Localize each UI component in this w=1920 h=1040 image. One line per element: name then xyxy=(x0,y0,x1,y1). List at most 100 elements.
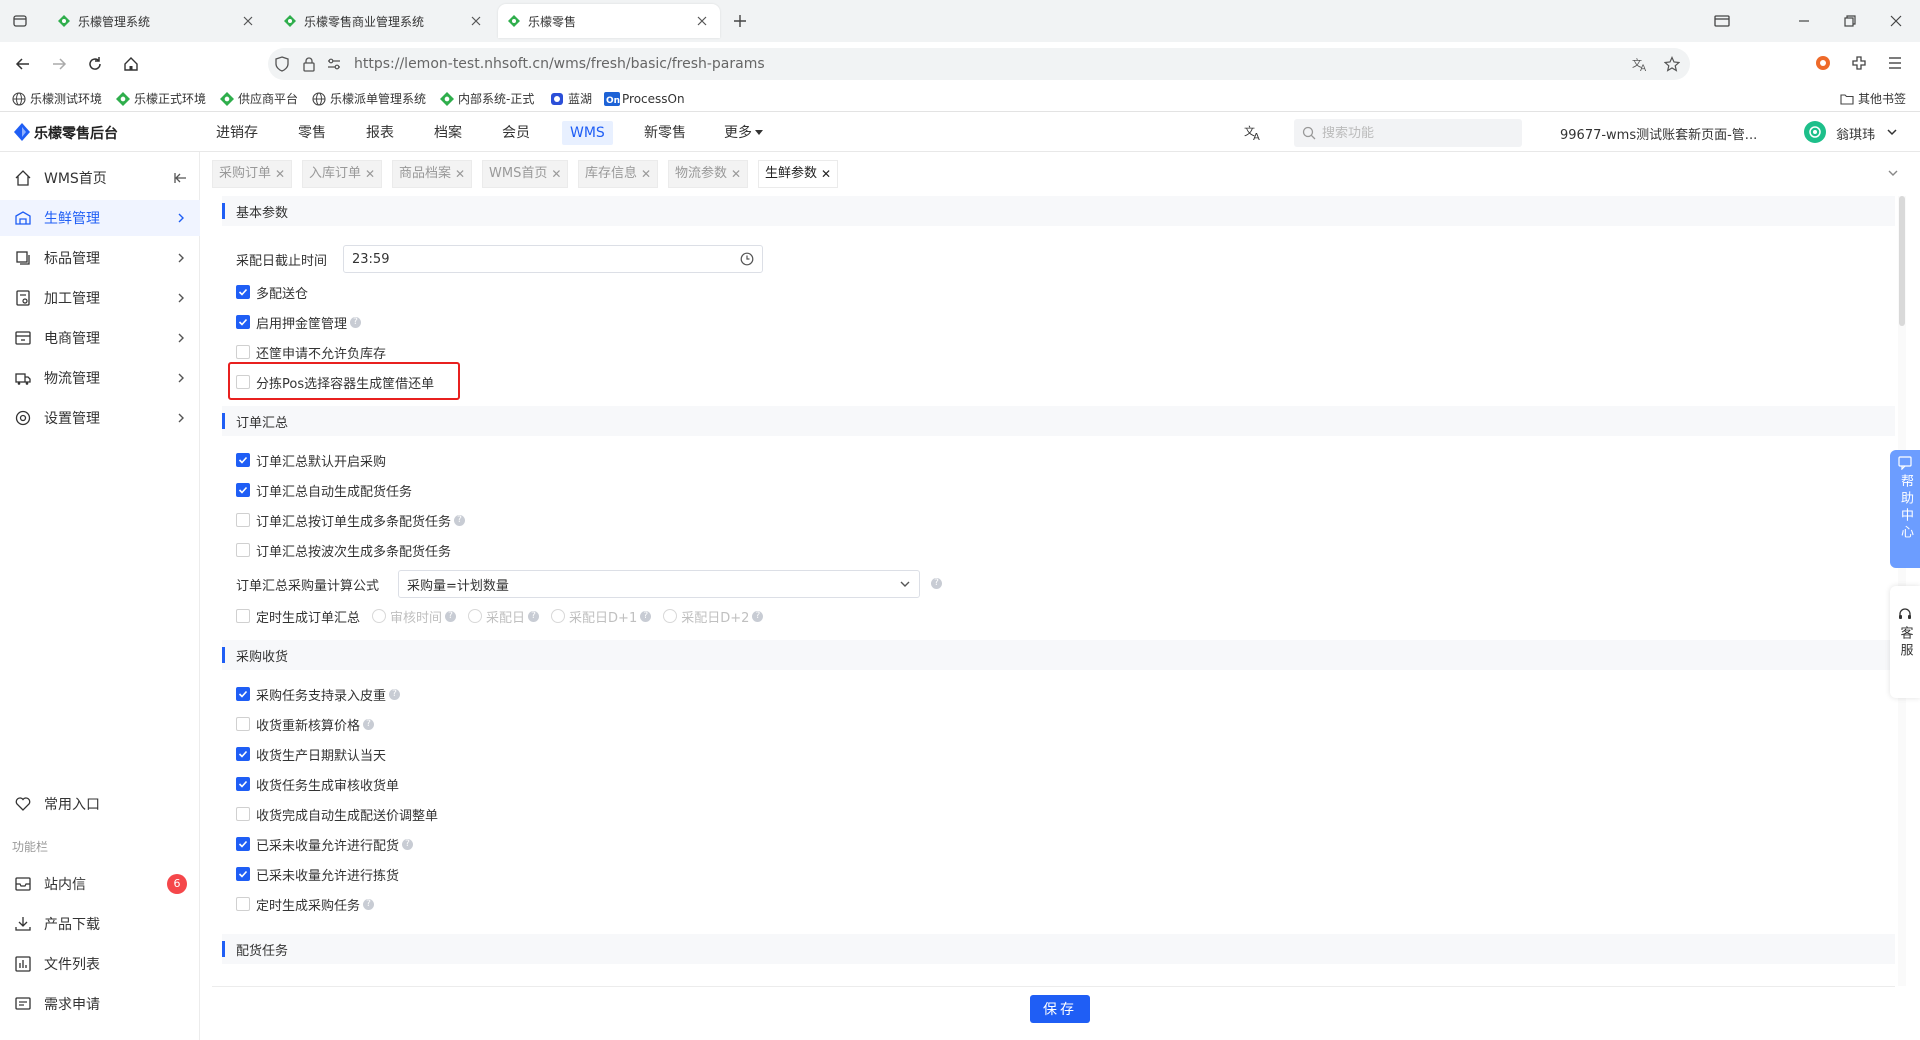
help-icon[interactable]: ? xyxy=(640,610,652,622)
option-default-production-date[interactable]: 收货生产日期默认当天 xyxy=(236,744,386,764)
collapse-sidebar-icon[interactable] xyxy=(174,171,188,185)
close-tab-icon[interactable] xyxy=(468,13,484,29)
sidebar-tool-files[interactable]: 文件列表 xyxy=(0,946,200,982)
browser-tab-2[interactable]: 乐檬零售商业管理系统 xyxy=(274,4,494,38)
page-tab-inventory[interactable]: 库存信息 ✕ xyxy=(578,160,659,188)
browser-tab-1[interactable]: 乐檬管理系统 xyxy=(48,4,266,38)
bookmark-item[interactable]: 蓝湖 xyxy=(550,89,592,108)
close-tab-icon[interactable]: ✕ xyxy=(275,160,285,188)
chevron-down-icon[interactable] xyxy=(1886,126,1898,138)
avatar[interactable] xyxy=(1804,121,1826,143)
checkbox-unchecked[interactable] xyxy=(236,807,250,821)
sidebar-favorites[interactable]: 常用入口 xyxy=(0,786,200,822)
checkbox-unchecked[interactable] xyxy=(236,543,250,557)
help-center-button[interactable]: 帮助中心 xyxy=(1890,450,1920,568)
nav-member[interactable]: 会员 xyxy=(494,121,538,145)
minimize-icon[interactable] xyxy=(1796,13,1812,29)
sidebar-item-fresh[interactable]: 生鲜管理 xyxy=(0,200,200,236)
account-name[interactable]: 99677-wms测试账套新页面-管... xyxy=(1560,124,1757,143)
help-icon[interactable]: ? xyxy=(363,718,375,730)
checkbox-unchecked[interactable] xyxy=(236,717,250,731)
nav-wms[interactable]: WMS xyxy=(562,121,613,145)
close-tab-icon[interactable]: ✕ xyxy=(455,160,465,188)
new-tab-icon[interactable] xyxy=(732,13,748,29)
option-receive-audit[interactable]: 收货任务生成审核收货单 xyxy=(236,774,399,794)
checkbox-checked[interactable] xyxy=(236,747,250,761)
checkbox-checked[interactable] xyxy=(236,285,250,299)
sidebar-item-ecommerce[interactable]: 电商管理 xyxy=(0,320,200,356)
sidebar-toggle-icon[interactable] xyxy=(1714,13,1730,29)
nav-jinxiaocun[interactable]: 进销存 xyxy=(208,121,266,145)
option-allow-picking[interactable]: 已采未收量允许进行拣货 xyxy=(236,864,399,884)
app-search[interactable] xyxy=(1294,119,1522,147)
sidebar-item-wms-home[interactable]: WMS首页 xyxy=(0,160,200,196)
bookmark-item[interactable]: 乐檬派单管理系统 xyxy=(312,89,426,108)
browser-tab-3[interactable]: 乐檬零售 xyxy=(498,4,720,38)
checkbox-checked[interactable] xyxy=(236,837,250,851)
extensions-icon[interactable] xyxy=(1850,54,1868,72)
page-tab-wms-home[interactable]: WMS首页 ✕ xyxy=(482,160,569,188)
radio-pick-day-plus-2[interactable] xyxy=(663,609,678,623)
help-icon[interactable]: ? xyxy=(752,610,764,622)
forward-icon[interactable] xyxy=(50,55,68,73)
other-bookmarks[interactable]: 其他书签 xyxy=(1840,89,1906,108)
home-page-icon[interactable] xyxy=(122,55,140,73)
checkbox-checked[interactable] xyxy=(236,453,250,467)
page-tab-product-archive[interactable]: 商品档案 ✕ xyxy=(392,160,473,188)
close-tab-icon[interactable]: ✕ xyxy=(641,160,651,188)
back-icon[interactable] xyxy=(14,55,32,73)
nav-archive[interactable]: 档案 xyxy=(426,121,470,145)
site-settings-icon[interactable] xyxy=(326,56,342,72)
option-recalculate-price[interactable]: 收货重新核算价格 ? xyxy=(236,714,375,734)
nav-new-retail[interactable]: 新零售 xyxy=(636,121,694,145)
formula-select[interactable]: 采购量=计划数量 xyxy=(398,570,920,598)
help-icon[interactable]: ? xyxy=(931,578,942,589)
help-icon[interactable]: ? xyxy=(402,838,414,850)
checkbox-checked[interactable] xyxy=(236,315,250,329)
checkbox-unchecked[interactable] xyxy=(236,609,250,623)
sidebar-item-standard[interactable]: 标品管理 xyxy=(0,240,200,276)
sidebar-tool-download[interactable]: 产品下载 xyxy=(0,906,200,942)
search-input[interactable] xyxy=(1322,125,1502,141)
help-icon[interactable]: ? xyxy=(363,898,375,910)
help-icon[interactable]: ? xyxy=(454,514,466,526)
bookmark-item[interactable]: 内部系统-正式 xyxy=(440,89,534,108)
scrollbar-thumb[interactable] xyxy=(1899,196,1905,326)
bookmark-star-icon[interactable] xyxy=(1664,56,1680,72)
option-tare-weight[interactable]: 采购任务支持录入皮重 ? xyxy=(236,684,401,704)
close-tab-icon[interactable]: ✕ xyxy=(365,160,375,188)
customer-service-button[interactable]: 客服 xyxy=(1890,586,1920,698)
lock-icon[interactable] xyxy=(302,56,316,72)
radio-pick-day[interactable] xyxy=(468,609,483,623)
help-icon[interactable]: ? xyxy=(445,610,457,622)
shield-icon[interactable] xyxy=(274,56,290,72)
close-tab-icon[interactable] xyxy=(694,13,710,29)
option-summary-auto-task[interactable]: 订单汇总自动生成配货任务 xyxy=(236,480,412,500)
sidebar-tool-messages[interactable]: 站内信 6 xyxy=(0,866,200,902)
option-summary-by-wave[interactable]: 订单汇总按波次生成多条配货任务 xyxy=(236,540,451,560)
option-summary-by-order[interactable]: 订单汇总按订单生成多条配货任务 ? xyxy=(236,510,466,530)
bookmark-item[interactable]: 供应商平台 xyxy=(220,89,298,108)
tabs-dropdown-icon[interactable] xyxy=(1886,166,1900,180)
checkbox-unchecked[interactable] xyxy=(236,345,250,359)
close-tab-icon[interactable]: ✕ xyxy=(551,160,561,188)
checkbox-checked[interactable] xyxy=(236,687,250,701)
tab-actions-icon[interactable] xyxy=(12,13,28,29)
help-icon[interactable]: ? xyxy=(528,610,540,622)
option-timed-purchase-task[interactable]: 定时生成采购任务 ? xyxy=(236,894,375,914)
save-button[interactable]: 保存 xyxy=(1030,995,1090,1023)
page-tab-logistics-params[interactable]: 物流参数 ✕ xyxy=(668,160,749,188)
extension-color-icon[interactable] xyxy=(1814,54,1832,72)
sidebar-item-logistics[interactable]: 物流管理 xyxy=(0,360,200,396)
sidebar-tool-requests[interactable]: 需求申请 xyxy=(0,986,200,1022)
checkbox-checked[interactable] xyxy=(236,483,250,497)
user-name[interactable]: 翁琪玮 xyxy=(1836,124,1875,143)
reload-icon[interactable] xyxy=(86,55,104,73)
sidebar-item-settings[interactable]: 设置管理 xyxy=(0,400,200,436)
restore-icon[interactable] xyxy=(1842,13,1858,29)
page-tab-purchase-order[interactable]: 采购订单 ✕ xyxy=(212,160,293,188)
help-icon[interactable]: ? xyxy=(350,316,362,328)
bookmark-item[interactable]: 乐檬正式环境 xyxy=(116,89,206,108)
nav-retail[interactable]: 零售 xyxy=(290,121,334,145)
radio-pick-day-plus-1[interactable] xyxy=(551,609,566,623)
